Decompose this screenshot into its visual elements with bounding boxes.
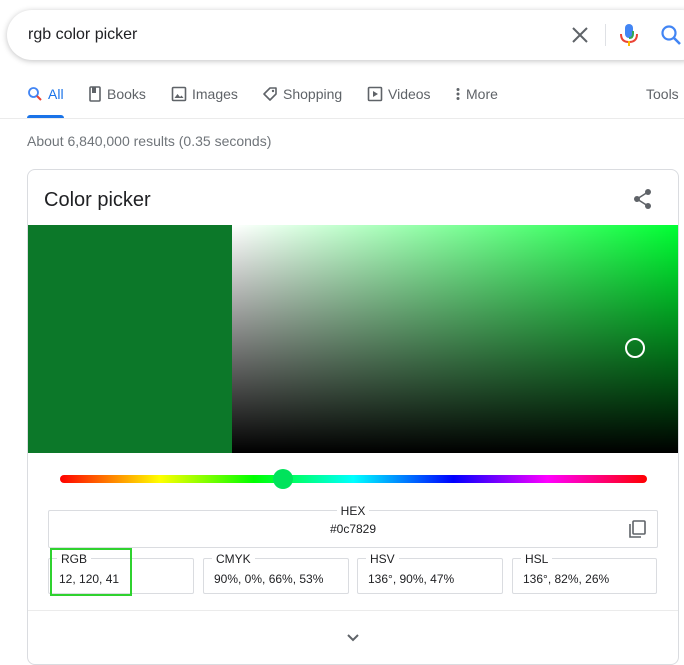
tab-label: Videos [388, 86, 431, 102]
hex-field[interactable]: HEX #0c7829 [48, 504, 658, 548]
card-divider [28, 610, 678, 611]
search-input[interactable]: rgb color picker [28, 26, 137, 44]
color-picker-card: Color picker HEX #0c7829 RGB 12, 120, 41… [27, 169, 679, 665]
tab-all[interactable]: All [27, 86, 64, 102]
cmyk-field[interactable]: CMYK 90%, 0%, 66%, 53% [203, 552, 349, 594]
hsl-field[interactable]: HSL 136°, 82%, 26% [512, 552, 657, 594]
color-swatch [28, 225, 232, 453]
hsv-value[interactable]: 136°, 90%, 47% [368, 572, 454, 586]
hsv-field[interactable]: HSV 136°, 90%, 47% [357, 552, 503, 594]
search-icon [28, 87, 42, 101]
saturation-value-area[interactable] [232, 225, 678, 453]
image-icon [171, 86, 187, 102]
mic-icon[interactable] [617, 22, 641, 48]
tab-label: All [48, 86, 64, 102]
chevron-down-icon[interactable] [341, 625, 365, 649]
search-box[interactable]: rgb color picker [7, 10, 684, 60]
tab-videos[interactable]: Videos [367, 86, 431, 102]
rgb-value[interactable]: 12, 120, 41 [59, 572, 119, 586]
hue-slider[interactable] [60, 475, 647, 483]
cmyk-value[interactable]: 90%, 0%, 66%, 53% [214, 572, 323, 586]
copy-icon[interactable] [627, 519, 647, 539]
book-icon [89, 86, 101, 102]
share-icon[interactable] [631, 187, 655, 211]
tools-label: Tools [646, 86, 679, 102]
tools-button[interactable]: Tools [646, 86, 679, 102]
tag-icon [263, 87, 277, 101]
hsl-label: HSL [521, 552, 553, 566]
tab-shopping[interactable]: Shopping [262, 86, 342, 102]
saturation-value-handle[interactable] [625, 338, 645, 358]
tab-label: Shopping [283, 86, 343, 102]
tab-label: More [466, 86, 498, 102]
tab-images[interactable]: Images [171, 86, 238, 102]
more-vertical-icon [456, 88, 460, 100]
hex-label: HEX [336, 504, 370, 518]
tab-label: Books [107, 86, 146, 102]
search-tabs: All Books Images Shopping Videos More To… [0, 82, 684, 118]
hsl-value[interactable]: 136°, 82%, 26% [523, 572, 609, 586]
search-box-divider [605, 24, 606, 46]
rgb-label: RGB [57, 552, 92, 566]
tab-label: Images [192, 86, 238, 102]
result-stats: About 6,840,000 results (0.35 seconds) [27, 133, 272, 149]
cmyk-label: CMYK [212, 552, 255, 566]
hex-value[interactable]: #0c7829 [49, 522, 657, 536]
search-icon[interactable] [659, 23, 683, 47]
card-title: Color picker [44, 189, 151, 211]
close-icon[interactable] [570, 25, 590, 45]
tab-books[interactable]: Books [88, 86, 146, 102]
tab-more[interactable]: More [455, 86, 498, 102]
rgb-field[interactable]: RGB 12, 120, 41 [48, 552, 194, 594]
hsv-label: HSV [366, 552, 399, 566]
play-icon [367, 86, 383, 102]
tabs-divider [0, 118, 684, 119]
hue-slider-handle[interactable] [273, 469, 294, 489]
